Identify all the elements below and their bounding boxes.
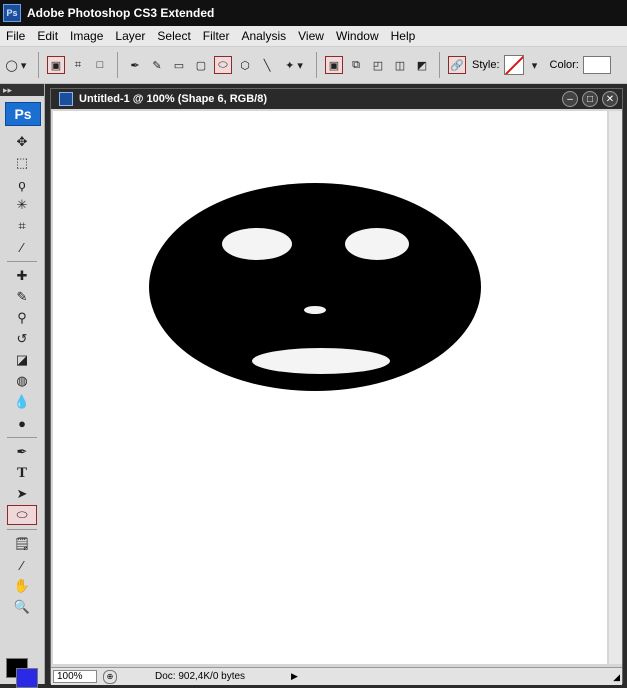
rectangular-marquee-icon[interactable]: ⬚	[7, 153, 37, 173]
status-info-icon[interactable]: ⊕	[103, 669, 117, 684]
app-title: Adobe Photoshop CS3 Extended	[27, 6, 215, 20]
menu-analysis[interactable]: Analysis	[235, 29, 292, 43]
hand-tool-icon[interactable]: ✋	[7, 576, 37, 596]
rounded-rectangle-tool-icon[interactable]: ▢	[192, 56, 210, 74]
toolbox: ▸▸ Ps ✥ ⬚ ϙ ✳ ⌗ ⁄ ✚ ✎ ⚲ ↺ ◪ ◍ 💧 ● ✒ T ➤ …	[0, 84, 45, 688]
left-eye	[222, 228, 292, 260]
line-tool-icon[interactable]: ╲	[258, 56, 276, 74]
rectangle-tool-icon[interactable]: ▭	[170, 56, 188, 74]
divider	[38, 52, 39, 78]
background-color-swatch[interactable]	[16, 668, 38, 688]
style-dropdown-icon[interactable]: ▾	[526, 56, 544, 74]
shape-layers-mode-icon[interactable]: ▣	[47, 56, 65, 74]
status-bar: 100% ⊕ Doc: 902,4K/0 bytes ▶ ◢	[51, 667, 622, 685]
tool-preset-picker-icon[interactable]: ◯ ▾	[2, 56, 30, 74]
pen-tool-icon[interactable]: ✒	[126, 56, 144, 74]
magic-wand-icon[interactable]: ✳	[7, 195, 37, 215]
blur-tool-icon[interactable]: 💧	[7, 392, 37, 412]
close-icon[interactable]: ✕	[602, 91, 618, 107]
add-to-shape-area-icon[interactable]: ⧉	[347, 56, 365, 74]
move-tool-icon[interactable]: ✥	[7, 132, 37, 152]
brush-tool-icon[interactable]: ✎	[7, 287, 37, 307]
divider	[7, 261, 37, 262]
minimize-icon[interactable]: –	[562, 91, 578, 107]
freeform-pen-icon[interactable]: ✎	[148, 56, 166, 74]
ellipse-tool-icon[interactable]: ⬭	[7, 505, 37, 525]
options-bar: ◯ ▾ ▣ ⌗ □ ✒ ✎ ▭ ▢ ⬭ ⬡ ╲ ✦ ▾ ▣ ⧉ ◰ ◫ ◩ 🔗 …	[0, 47, 627, 84]
menu-layer[interactable]: Layer	[109, 29, 151, 43]
menu-select[interactable]: Select	[151, 29, 196, 43]
polygon-tool-icon[interactable]: ⬡	[236, 56, 254, 74]
menu-window[interactable]: Window	[330, 29, 385, 43]
exclude-overlapping-shape-areas-icon[interactable]: ◩	[413, 56, 431, 74]
pen-tool-icon[interactable]: ✒	[7, 442, 37, 462]
ps-logo[interactable]: Ps	[5, 102, 41, 126]
zoom-tool-icon[interactable]: 🔍	[7, 597, 37, 617]
app-icon: Ps	[3, 4, 21, 22]
menu-bar: File Edit Image Layer Select Filter Anal…	[0, 26, 627, 47]
eraser-tool-icon[interactable]: ◪	[7, 350, 37, 370]
document-info: Doc: 902,4K/0 bytes	[155, 671, 246, 682]
fill-pixels-mode-icon[interactable]: □	[91, 56, 109, 74]
menu-view[interactable]: View	[292, 29, 330, 43]
healing-brush-icon[interactable]: ✚	[7, 266, 37, 286]
vertical-scrollbar[interactable]	[609, 111, 622, 664]
subtract-from-shape-area-icon[interactable]: ◰	[369, 56, 387, 74]
document-title: Untitled-1 @ 100% (Shape 6, RGB/8)	[79, 93, 267, 105]
resize-grip-icon[interactable]: ◢	[613, 672, 620, 683]
menu-edit[interactable]: Edit	[31, 29, 64, 43]
type-tool-icon[interactable]: T	[7, 463, 37, 483]
paint-bucket-icon[interactable]: ◍	[7, 371, 37, 391]
clone-stamp-icon[interactable]: ⚲	[7, 308, 37, 328]
slice-tool-icon[interactable]: ⁄	[7, 237, 37, 257]
menu-filter[interactable]: Filter	[197, 29, 236, 43]
canvas[interactable]	[53, 111, 607, 664]
divider	[439, 52, 440, 78]
eyedropper-tool-icon[interactable]: ⁄	[7, 555, 37, 575]
document-titlebar[interactable]: Untitled-1 @ 100% (Shape 6, RGB/8) – □ ✕	[51, 89, 622, 109]
divider	[316, 52, 317, 78]
divider	[117, 52, 118, 78]
app-titlebar: Ps Adobe Photoshop CS3 Extended	[0, 0, 627, 26]
history-brush-icon[interactable]: ↺	[7, 329, 37, 349]
maximize-icon[interactable]: □	[582, 91, 598, 107]
menu-file[interactable]: File	[0, 29, 31, 43]
style-swatch[interactable]	[503, 55, 524, 75]
ellipse-tool-icon[interactable]: ⬭	[214, 56, 232, 74]
color-label: Color:	[549, 59, 579, 71]
link-layer-style-icon[interactable]: 🔗	[448, 56, 466, 74]
shape-color-swatch[interactable]	[582, 56, 611, 74]
mouth	[252, 348, 390, 374]
custom-shape-tool-icon[interactable]: ✦ ▾	[280, 56, 308, 74]
divider	[7, 437, 37, 438]
menu-help[interactable]: Help	[385, 29, 422, 43]
canvas-artwork	[149, 183, 481, 391]
path-selection-icon[interactable]: ➤	[7, 484, 37, 504]
divider	[7, 529, 37, 530]
crop-tool-icon[interactable]: ⌗	[7, 216, 37, 236]
status-menu-arrow-icon[interactable]: ▶	[291, 671, 298, 682]
right-eye	[345, 228, 409, 260]
document-icon	[59, 92, 73, 106]
notes-tool-icon[interactable]: 🗒	[7, 534, 37, 554]
document-window: Untitled-1 @ 100% (Shape 6, RGB/8) – □ ✕…	[50, 88, 623, 685]
paths-mode-icon[interactable]: ⌗	[69, 56, 87, 74]
lasso-tool-icon[interactable]: ϙ	[7, 174, 37, 194]
intersect-shape-areas-icon[interactable]: ◫	[391, 56, 409, 74]
zoom-level-field[interactable]: 100%	[53, 670, 97, 683]
toolbox-grip[interactable]: ▸▸	[0, 84, 44, 96]
style-label: Style:	[472, 59, 500, 71]
dodge-tool-icon[interactable]: ●	[7, 413, 37, 433]
menu-image[interactable]: Image	[64, 29, 109, 43]
nose	[304, 306, 326, 314]
create-new-shape-layer-icon[interactable]: ▣	[325, 56, 343, 74]
